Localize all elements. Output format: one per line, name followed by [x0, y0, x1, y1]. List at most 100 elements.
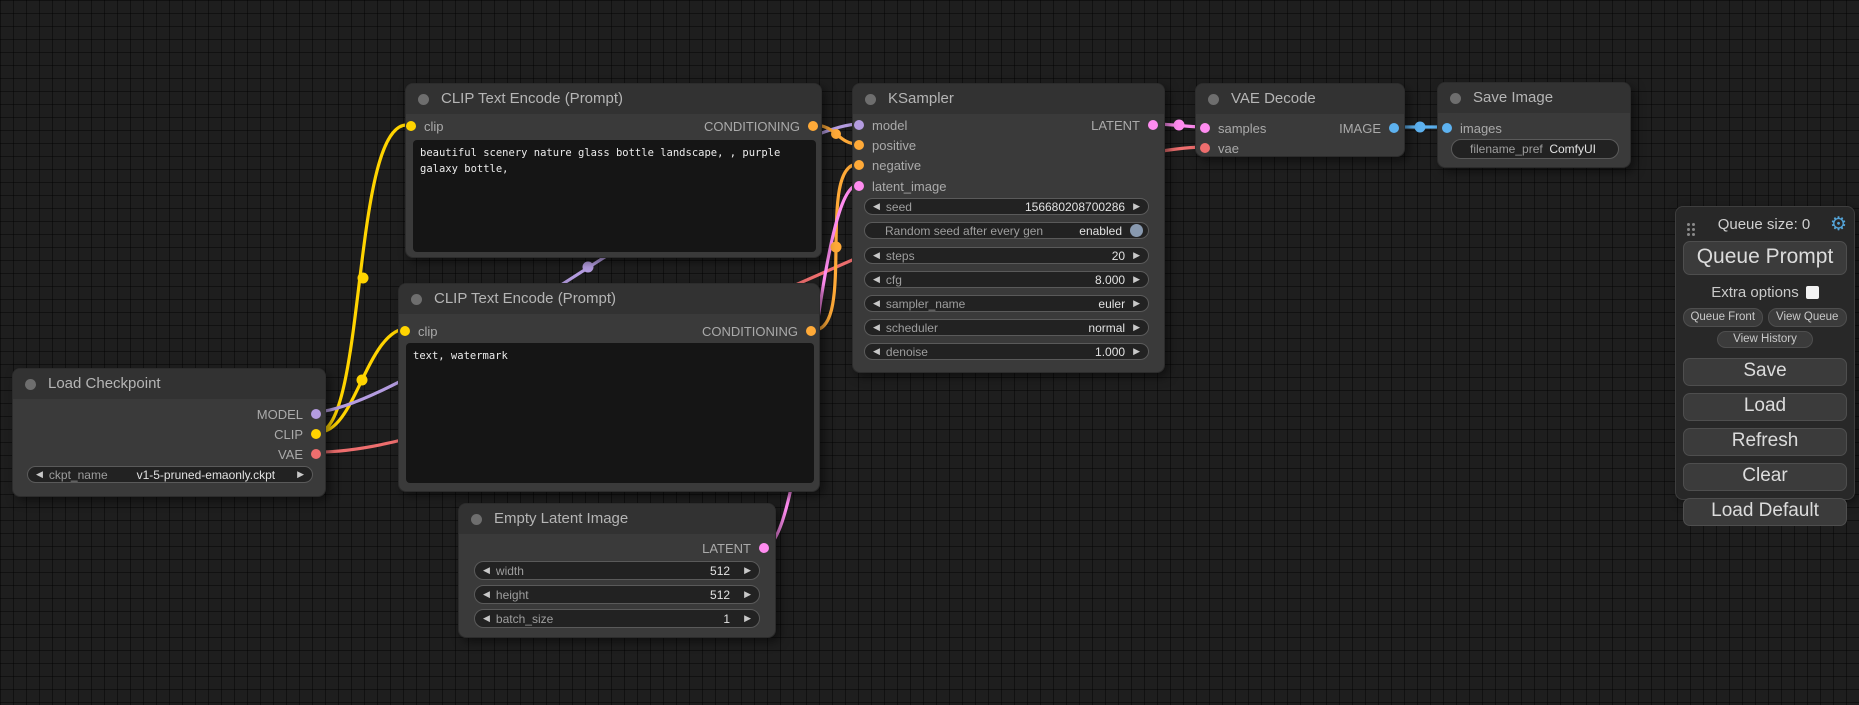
graph-canvas[interactable]: Load Checkpoint MODEL CLIP VAE ◀ ckpt_na…: [0, 0, 1859, 705]
load-default-button[interactable]: Load Default: [1683, 498, 1847, 526]
node-load-checkpoint[interactable]: Load Checkpoint MODEL CLIP VAE ◀ ckpt_na…: [12, 368, 326, 497]
left-arrow-icon[interactable]: ◀: [483, 590, 490, 599]
output-port-clip[interactable]: CLIP: [13, 425, 321, 443]
node-title: Save Image: [1473, 89, 1553, 106]
right-arrow-icon[interactable]: ▶: [744, 590, 751, 599]
widget-height[interactable]: ◀ height 512 ▶: [474, 585, 760, 604]
input-port-images[interactable]: images: [1442, 119, 1502, 137]
widget-denoise[interactable]: ◀ denoise 1.000 ▶: [864, 343, 1149, 360]
output-port-latent[interactable]: LATENT: [853, 116, 1158, 134]
node-save-image[interactable]: Save Image images filename_prefix ComfyU…: [1437, 82, 1631, 168]
widget-ckpt-name[interactable]: ◀ ckpt_name v1-5-pruned-emaonly.ckpt ▶: [27, 466, 313, 483]
collapse-dot-icon[interactable]: [25, 379, 36, 390]
left-arrow-icon[interactable]: ◀: [483, 614, 490, 623]
widget-batch-size[interactable]: ◀ batch_size 1 ▶: [474, 609, 760, 628]
widget-filename-prefix[interactable]: filename_prefix ComfyUI: [1451, 139, 1619, 159]
save-button[interactable]: Save: [1683, 358, 1847, 386]
port-dot-vae[interactable]: [1200, 143, 1210, 153]
widget-sampler-name[interactable]: ◀ sampler_name euler ▶: [864, 295, 1149, 312]
clear-button[interactable]: Clear: [1683, 463, 1847, 491]
widget-steps[interactable]: ◀ steps 20 ▶: [864, 247, 1149, 264]
input-port-latent-image[interactable]: latent_image: [854, 177, 946, 195]
output-port-image[interactable]: IMAGE: [1196, 119, 1399, 137]
right-arrow-icon[interactable]: ▶: [744, 566, 751, 575]
input-port-negative[interactable]: negative: [854, 156, 921, 174]
port-dot-clip[interactable]: [311, 429, 321, 439]
port-dot-image[interactable]: [1389, 123, 1399, 133]
output-port-conditioning[interactable]: CONDITIONING: [399, 322, 816, 340]
right-arrow-icon[interactable]: ▶: [1133, 347, 1140, 356]
widget-cfg[interactable]: ◀ cfg 8.000 ▶: [864, 271, 1149, 288]
output-port-conditioning[interactable]: CONDITIONING: [406, 117, 818, 135]
port-dot-negative[interactable]: [854, 160, 864, 170]
load-button[interactable]: Load: [1683, 393, 1847, 421]
input-port-vae[interactable]: vae: [1200, 139, 1239, 157]
link-dot-clip2: [357, 375, 368, 386]
collapse-dot-icon[interactable]: [411, 294, 422, 305]
node-title-bar[interactable]: KSampler: [853, 84, 1164, 114]
left-arrow-icon[interactable]: ◀: [873, 323, 880, 332]
left-arrow-icon[interactable]: ◀: [873, 299, 880, 308]
view-history-button[interactable]: View History: [1717, 331, 1813, 348]
node-title-bar[interactable]: VAE Decode: [1196, 84, 1404, 114]
widget-seed[interactable]: ◀ seed 156680208700286 ▶: [864, 198, 1149, 215]
port-dot-conditioning[interactable]: [808, 121, 818, 131]
port-dot-conditioning[interactable]: [806, 326, 816, 336]
right-arrow-icon[interactable]: ▶: [1133, 251, 1140, 260]
toggle-circle-icon[interactable]: [1130, 224, 1143, 237]
node-ksampler[interactable]: KSampler model positive negative latent_…: [852, 83, 1165, 373]
collapse-dot-icon[interactable]: [418, 94, 429, 105]
input-port-positive[interactable]: positive: [854, 136, 916, 154]
output-port-vae[interactable]: VAE: [13, 445, 321, 463]
right-arrow-icon[interactable]: ▶: [1133, 202, 1140, 211]
prompt-textarea[interactable]: text, watermark: [406, 343, 814, 483]
refresh-button[interactable]: Refresh: [1683, 428, 1847, 456]
node-title-bar[interactable]: CLIP Text Encode (Prompt): [406, 84, 821, 114]
right-arrow-icon[interactable]: ▶: [1133, 323, 1140, 332]
port-dot-images[interactable]: [1442, 123, 1452, 133]
right-arrow-icon[interactable]: ▶: [297, 470, 304, 479]
left-arrow-icon[interactable]: ◀: [873, 275, 880, 284]
node-title-bar[interactable]: CLIP Text Encode (Prompt): [399, 284, 819, 314]
collapse-dot-icon[interactable]: [1208, 94, 1219, 105]
left-arrow-icon[interactable]: ◀: [483, 566, 490, 575]
right-arrow-icon[interactable]: ▶: [1133, 275, 1140, 284]
collapse-dot-icon[interactable]: [471, 514, 482, 525]
extra-options-checkbox[interactable]: [1806, 286, 1819, 299]
node-title-bar[interactable]: Save Image: [1438, 83, 1630, 113]
node-title-bar[interactable]: Load Checkpoint: [13, 369, 325, 399]
port-dot-positive[interactable]: [854, 140, 864, 150]
queue-front-button[interactable]: Queue Front: [1683, 308, 1763, 327]
collapse-dot-icon[interactable]: [865, 94, 876, 105]
output-port-latent[interactable]: LATENT: [459, 539, 769, 557]
left-arrow-icon[interactable]: ◀: [36, 470, 43, 479]
prompt-textarea[interactable]: beautiful scenery nature glass bottle la…: [413, 140, 816, 252]
node-empty-latent-image[interactable]: Empty Latent Image LATENT ◀ width 512 ▶ …: [458, 503, 776, 638]
port-dot-vae[interactable]: [311, 449, 321, 459]
port-dot-latent[interactable]: [759, 543, 769, 553]
drag-handle-icon[interactable]: [1687, 223, 1690, 226]
collapse-dot-icon[interactable]: [1450, 93, 1461, 104]
port-dot-latent[interactable]: [1148, 120, 1158, 130]
node-title-bar[interactable]: Empty Latent Image: [459, 504, 775, 534]
queue-prompt-button[interactable]: Queue Prompt: [1683, 241, 1847, 275]
node-vae-decode[interactable]: VAE Decode samples vae IMAGE: [1195, 83, 1405, 157]
right-arrow-icon[interactable]: ▶: [1133, 299, 1140, 308]
node-clip-text-encode-positive[interactable]: CLIP Text Encode (Prompt) clip CONDITION…: [405, 83, 822, 258]
node-clip-text-encode-negative[interactable]: CLIP Text Encode (Prompt) clip CONDITION…: [398, 283, 820, 492]
extra-options-label: Extra options: [1711, 284, 1799, 301]
link-dot-image: [1415, 122, 1426, 133]
view-queue-button[interactable]: View Queue: [1768, 308, 1848, 327]
widget-width[interactable]: ◀ width 512 ▶: [474, 561, 760, 580]
left-arrow-icon[interactable]: ◀: [873, 202, 880, 211]
widget-scheduler[interactable]: ◀ scheduler normal ▶: [864, 319, 1149, 336]
right-arrow-icon[interactable]: ▶: [744, 614, 751, 623]
left-arrow-icon[interactable]: ◀: [873, 347, 880, 356]
settings-gear-icon[interactable]: ⚙: [1830, 215, 1847, 234]
port-dot-latent-image[interactable]: [854, 181, 864, 191]
widget-random-seed-toggle[interactable]: Random seed after every gen enabled: [864, 222, 1149, 239]
left-arrow-icon[interactable]: ◀: [873, 251, 880, 260]
output-port-model[interactable]: MODEL: [13, 405, 321, 423]
port-dot-model[interactable]: [311, 409, 321, 419]
node-title: CLIP Text Encode (Prompt): [434, 290, 616, 307]
